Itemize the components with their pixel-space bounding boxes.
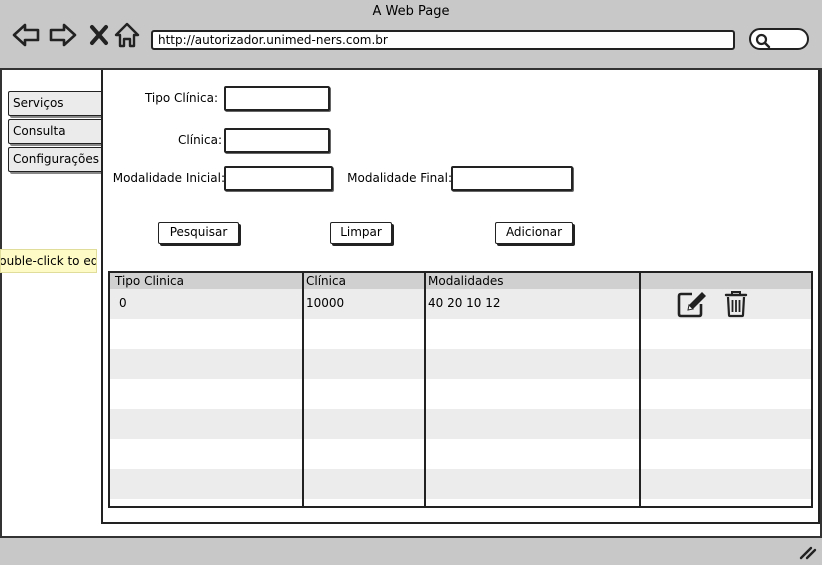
resize-grip-icon[interactable] bbox=[798, 541, 818, 561]
sidebar-item-consulta[interactable]: Consulta bbox=[8, 119, 103, 144]
search-icon bbox=[755, 33, 771, 49]
edit-icon[interactable] bbox=[676, 289, 710, 319]
trash-icon[interactable] bbox=[724, 290, 748, 318]
modalidade-final-input[interactable] bbox=[451, 166, 573, 191]
edit-hint-tooltip: Double-click to edit bbox=[0, 249, 97, 273]
table-row-empty bbox=[110, 469, 811, 499]
table-row-empty bbox=[110, 379, 811, 409]
clear-button[interactable]: Limpar bbox=[330, 222, 392, 244]
modalidade-final-label: Modalidade Final: bbox=[347, 171, 452, 185]
column-divider bbox=[424, 273, 426, 506]
column-divider bbox=[302, 273, 304, 506]
close-x-icon[interactable] bbox=[84, 20, 114, 50]
cell-modalidades: 40 20 10 12 bbox=[428, 296, 501, 310]
tipo-clinica-label: Tipo Clínica: bbox=[144, 91, 218, 105]
cell-clinica: 10000 bbox=[306, 296, 345, 310]
column-header-clinica[interactable]: Clínica bbox=[306, 273, 346, 289]
table-row-empty bbox=[110, 439, 811, 469]
cell-tipo-clinica: 0 bbox=[119, 296, 127, 310]
sidebar-item-configuracoes[interactable]: Configurações bbox=[8, 147, 103, 172]
search-field[interactable] bbox=[749, 28, 809, 50]
table-row-empty bbox=[110, 409, 811, 439]
modalidade-inicial-label: Modalidade Inicial: bbox=[112, 171, 225, 185]
clinica-input[interactable] bbox=[224, 128, 330, 153]
forward-arrow-icon[interactable] bbox=[48, 20, 78, 50]
results-table: Tipo Clinica Clínica Modalidades 0 10000… bbox=[108, 271, 813, 508]
status-bar bbox=[0, 536, 822, 565]
column-divider bbox=[639, 273, 641, 506]
sidebar-item-servicos[interactable]: Serviços bbox=[8, 91, 103, 116]
search-button[interactable]: Pesquisar bbox=[158, 222, 239, 244]
table-row-empty bbox=[110, 319, 811, 349]
table-row-empty bbox=[110, 349, 811, 379]
modalidade-inicial-input[interactable] bbox=[224, 166, 333, 191]
home-icon[interactable] bbox=[112, 20, 142, 50]
tooltip-text: Double-click to edit bbox=[0, 254, 97, 268]
add-button[interactable]: Adicionar bbox=[495, 222, 573, 244]
column-header-tipo-clinica[interactable]: Tipo Clinica bbox=[115, 273, 184, 289]
address-bar[interactable]: http://autorizador.unimed-ners.com.br bbox=[151, 30, 735, 50]
back-arrow-icon[interactable] bbox=[11, 20, 41, 50]
window-title: A Web Page bbox=[372, 4, 450, 19]
clinica-label: Clínica: bbox=[178, 133, 222, 147]
tipo-clinica-input[interactable] bbox=[224, 86, 330, 111]
column-header-modalidades[interactable]: Modalidades bbox=[428, 273, 504, 289]
